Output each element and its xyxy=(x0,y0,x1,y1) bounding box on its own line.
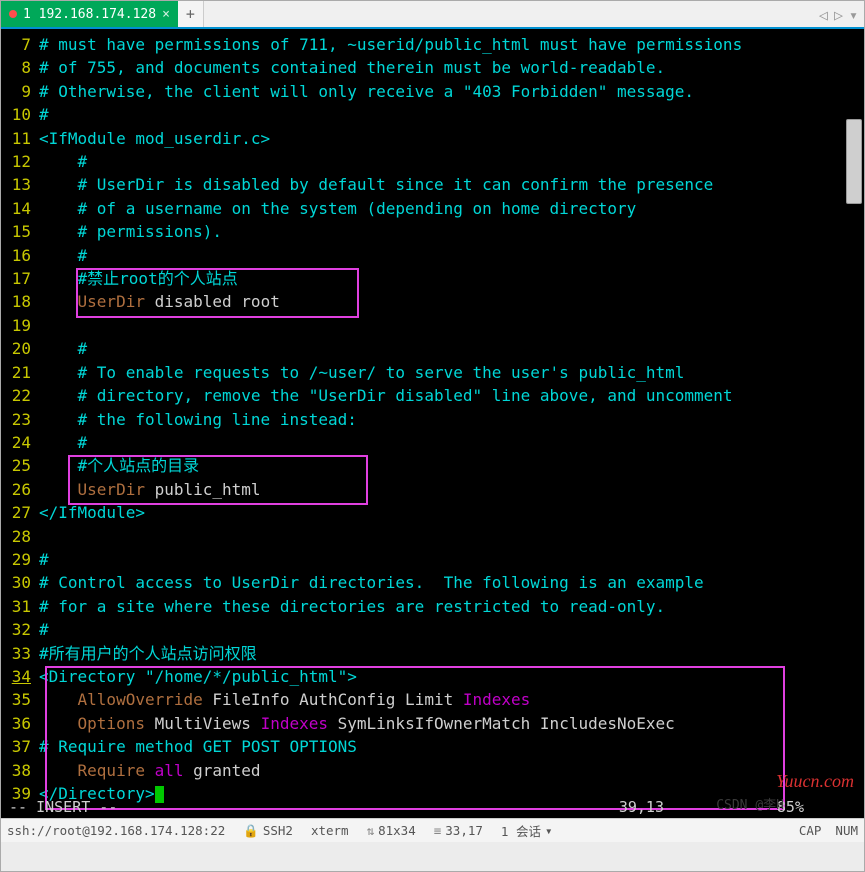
editor-area[interactable]: 7# must have permissions of 711, ~userid… xyxy=(1,29,864,818)
code-line: 30# Control access to UserDir directorie… xyxy=(1,571,864,594)
code-line: 33#所有用户的个人站点访问权限 xyxy=(1,642,864,665)
code-line: 36 Options MultiViews Indexes SymLinksIf… xyxy=(1,712,864,735)
code-line: 26 UserDir public_html xyxy=(1,478,864,501)
code-line: 8# of 755, and documents contained there… xyxy=(1,56,864,79)
code-line: 12 # xyxy=(1,150,864,173)
watermark-text: Yuucn.com xyxy=(776,771,854,792)
code-line: 35 AllowOverride FileInfo AuthConfig Lim… xyxy=(1,688,864,711)
code-line: 23 # the following line instead: xyxy=(1,408,864,431)
vim-cursor-pos: 39,13 xyxy=(619,798,664,816)
status-term: xterm xyxy=(311,823,349,838)
code-line: 16 # xyxy=(1,244,864,267)
code-line: 24 # xyxy=(1,431,864,454)
tab-menu-icon[interactable]: ▾ xyxy=(849,6,858,24)
code-line: 10# xyxy=(1,103,864,126)
code-line: 17 #禁止root的个人站点 xyxy=(1,267,864,290)
new-tab-button[interactable]: + xyxy=(178,1,204,27)
status-proto: 🔒SSH2 xyxy=(243,823,293,839)
status-num: NUM xyxy=(835,823,858,838)
tab-prev-icon[interactable]: ◁ xyxy=(819,6,828,24)
code-line: 18 UserDir disabled root xyxy=(1,290,864,313)
faint-watermark: CSDN @李H xyxy=(716,794,784,813)
status-bar: ssh://root@192.168.174.128:22 🔒SSH2 xter… xyxy=(1,818,864,842)
status-cursor: 33,17 xyxy=(434,823,483,838)
code-line: 20 # xyxy=(1,337,864,360)
code-line: 21 # To enable requests to /~user/ to se… xyxy=(1,361,864,384)
code-line: 19 xyxy=(1,314,864,337)
close-icon[interactable]: × xyxy=(162,7,170,22)
code-line: 27</IfModule> xyxy=(1,501,864,524)
vim-mode: -- INSERT -- xyxy=(9,798,117,816)
code-line: 11<IfModule mod_userdir.c> xyxy=(1,127,864,150)
status-session[interactable]: 1 会话 ▾ xyxy=(501,821,553,840)
code-line: 9# Otherwise, the client will only recei… xyxy=(1,80,864,103)
code-content: 7# must have permissions of 711, ~userid… xyxy=(1,29,864,805)
code-line: 7# must have permissions of 711, ~userid… xyxy=(1,33,864,56)
code-line: 15 # permissions). xyxy=(1,220,864,243)
code-line: 29# xyxy=(1,548,864,571)
code-line: 38 Require all granted xyxy=(1,759,864,782)
status-connection: ssh://root@192.168.174.128:22 xyxy=(7,823,225,838)
status-cap: CAP xyxy=(799,823,822,838)
lock-icon: 🔒 xyxy=(243,823,259,839)
tab-next-icon[interactable]: ▷ xyxy=(834,6,843,24)
code-line: 14 # of a username on the system (depend… xyxy=(1,197,864,220)
tab-title: 1 192.168.174.128 xyxy=(23,7,156,22)
tab-bar: 1 192.168.174.128 × + ◁ ▷ ▾ xyxy=(1,1,864,29)
vim-status-line: -- INSERT -- 39,13 85% CSDN @李H xyxy=(1,795,864,818)
code-line: 28 xyxy=(1,525,864,548)
status-size: 81x34 xyxy=(367,823,416,838)
code-line: 37# Require method GET POST OPTIONS xyxy=(1,735,864,758)
code-line: 13 # UserDir is disabled by default sinc… xyxy=(1,173,864,196)
resize-icon xyxy=(367,823,375,838)
code-line: 22 # directory, remove the "UserDir disa… xyxy=(1,384,864,407)
code-line: 25 #个人站点的目录 xyxy=(1,454,864,477)
code-line: 32# xyxy=(1,618,864,641)
tab-modified-dot xyxy=(9,10,17,18)
code-line: 34<Directory "/home/*/public_html"> xyxy=(1,665,864,688)
grip-icon xyxy=(434,823,442,838)
tab-active[interactable]: 1 192.168.174.128 × xyxy=(1,1,178,27)
code-line: 31# for a site where these directories a… xyxy=(1,595,864,618)
chevron-down-icon: ▾ xyxy=(545,823,553,838)
tab-nav: ◁ ▷ ▾ xyxy=(819,1,858,29)
